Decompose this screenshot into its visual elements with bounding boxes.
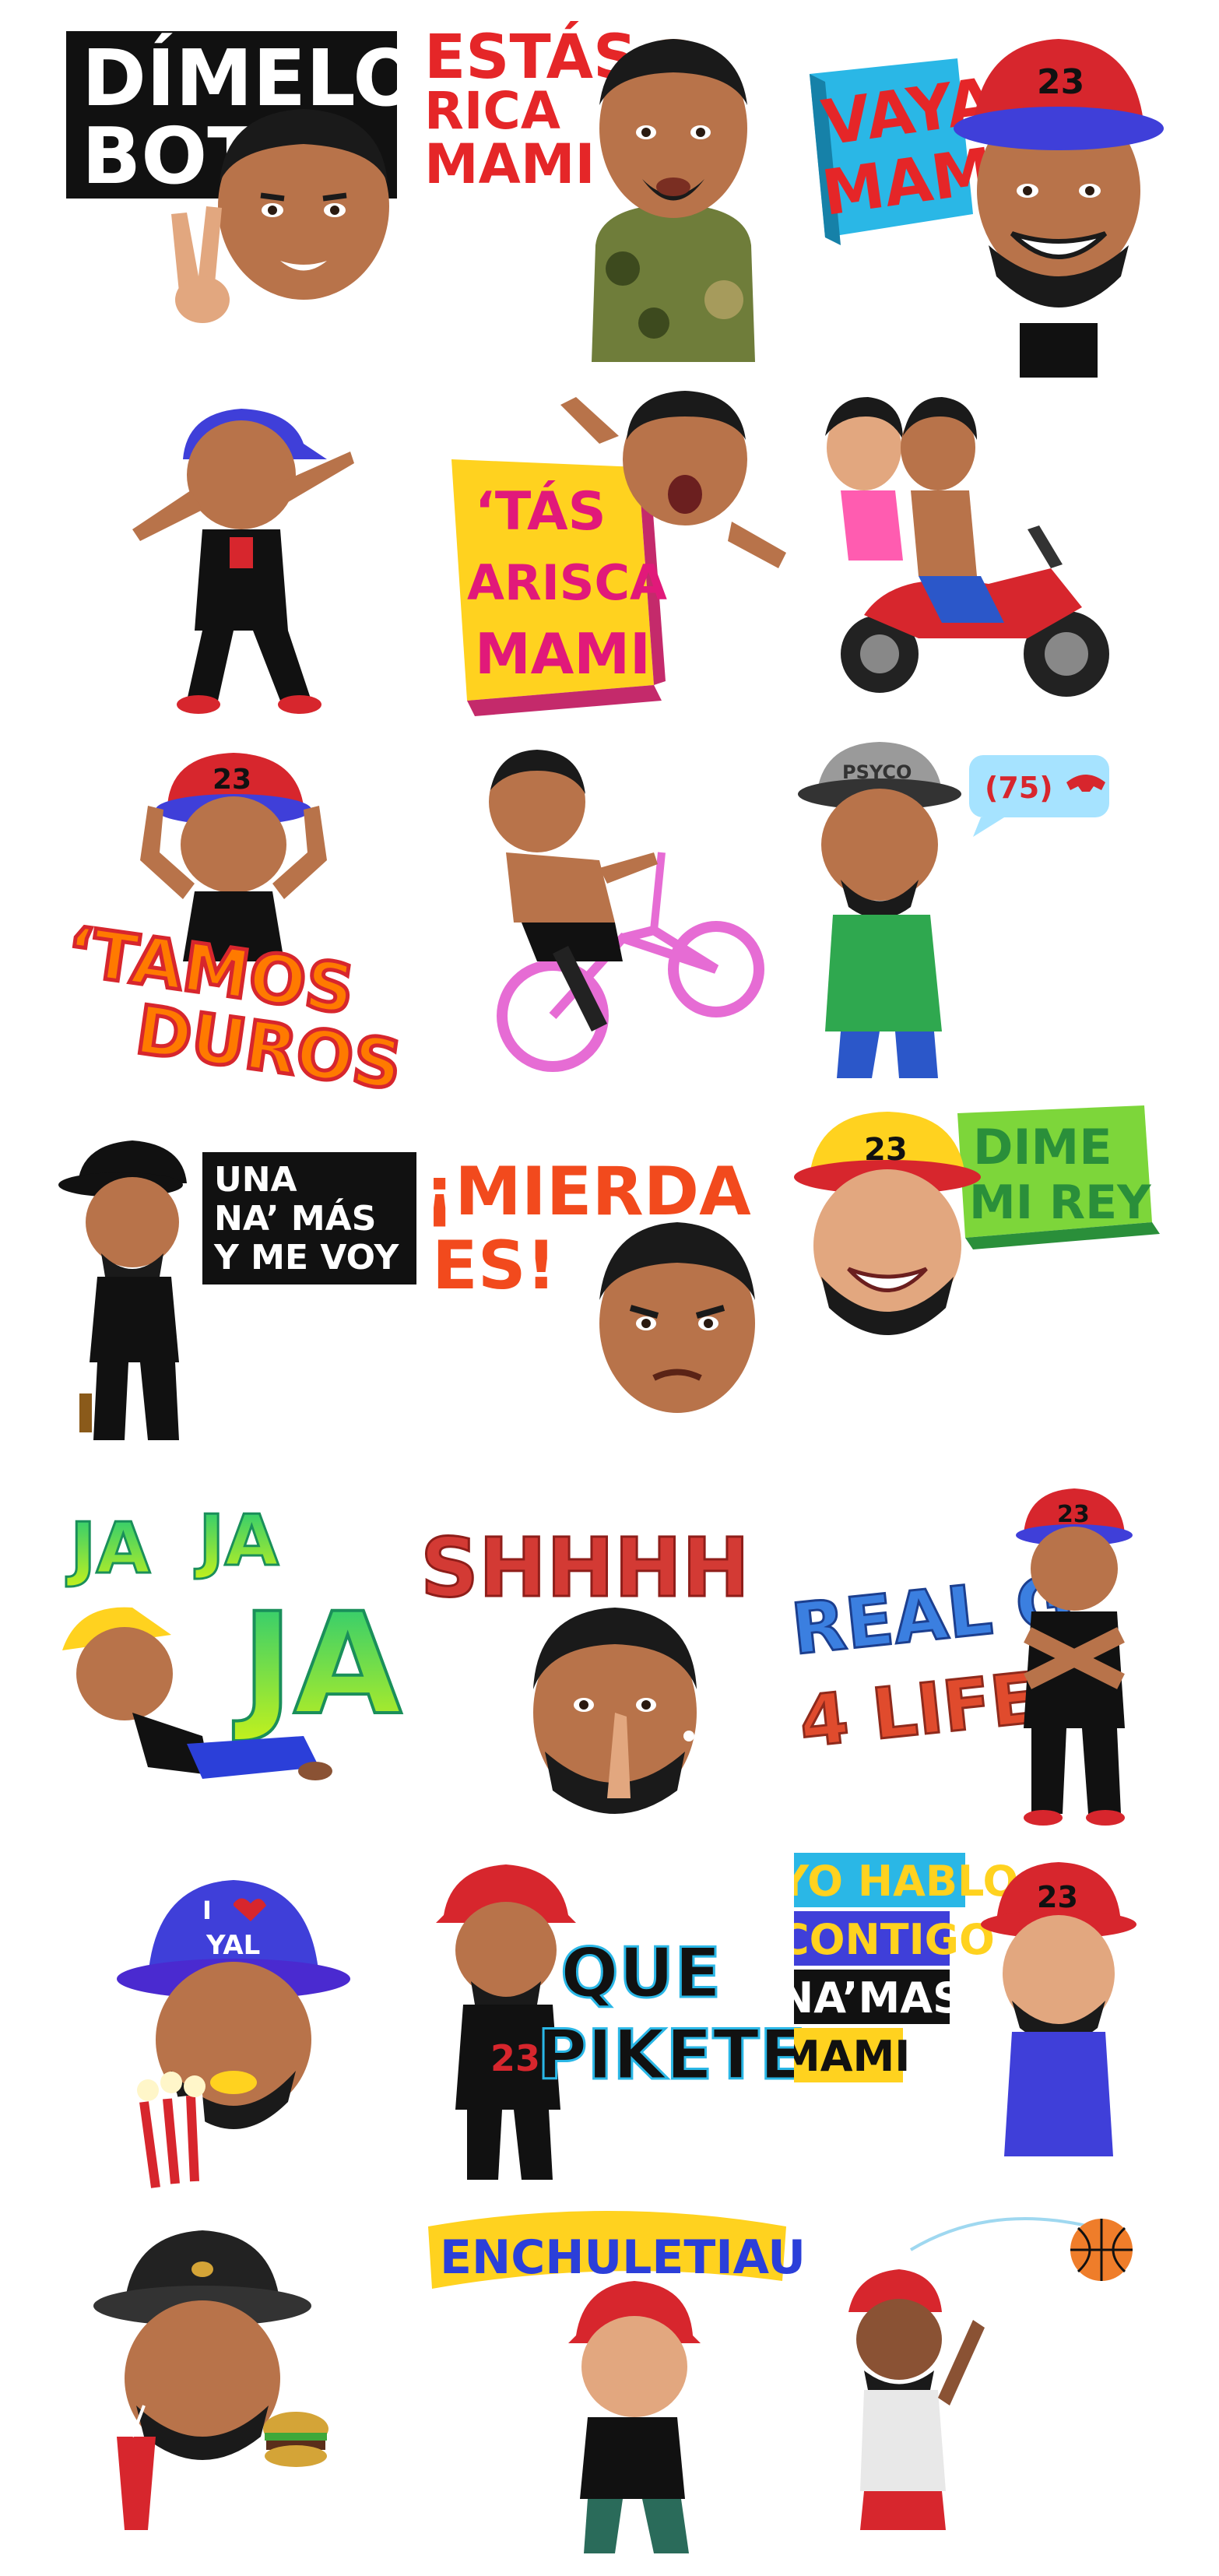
sticker-text-line1: ¡MIERDA [424, 1153, 751, 1231]
sticker-text-line2: NA’ MÁS [214, 1197, 376, 1239]
sticker-dimelo-boti[interactable]: DÍMELO BOTI [47, 12, 451, 378]
sticker-mierda-es[interactable]: ¡MIERDA ES! [420, 1098, 825, 1464]
sticker-text-line1: ‘TÁS [475, 480, 606, 543]
sticker-real-g-4-life[interactable]: REAL G 4 LIFE 23 [794, 1479, 1199, 1845]
cap-number: 23 [1037, 62, 1084, 102]
sticker-dime-mi-rey[interactable]: DIME MI REY 23 [794, 1098, 1199, 1464]
sticker-que-pikete[interactable]: 23 QUE PIKETE [420, 1845, 825, 2211]
cap-label: PSYCO [842, 761, 912, 783]
sticker-tamos-duros[interactable]: 23 ‘TAMOS DUROS [47, 736, 451, 1102]
sticker-text-line2: JA [194, 1500, 279, 1582]
cap-number: 23 [1037, 1880, 1078, 1914]
sticker-bicycle[interactable] [420, 736, 825, 1102]
sticker-basketball[interactable] [794, 2203, 1199, 2569]
cap-number: 23 [864, 1132, 908, 1168]
sticker-text-line2: ES! [432, 1227, 557, 1305]
sticker-text-line3: MAMI [424, 132, 595, 196]
sticker-i-love-yal[interactable]: I YAL [47, 1845, 451, 2211]
sticker-text-line1: SHHHH [420, 1520, 750, 1615]
sticker-tas-arisca-mami[interactable]: ‘TÁS ARISCA MAMI [420, 374, 825, 740]
sticker-text-line1: DIME [973, 1119, 1112, 1176]
sticker-text-line1: YO HABLO [794, 1857, 1018, 1906]
sticker-text-line1: ENCHULETIAU [440, 2230, 806, 2285]
cap-number: 23 [1057, 1501, 1090, 1528]
sticker-una-na-mas[interactable]: UNA NA’ MÁS Y ME VOY [47, 1098, 451, 1464]
sticker-missed-calls[interactable]: PSYCO (75) [794, 736, 1199, 1102]
sticker-enchuletiau[interactable]: ENCHULETIAU [420, 2203, 825, 2569]
sticker-text-line3: JA [233, 1583, 402, 1746]
sticker-dab[interactable] [47, 374, 451, 740]
sticker-grid: DÍMELO BOTI ESTÁS RICA MAMI VAYA MAMI 23… [0, 0, 1219, 2576]
sticker-text-line2: CONTIGO [794, 1915, 995, 1964]
sticker-text-line2: ARISCA [467, 554, 667, 611]
sticker-text-line3: NA’MAS [794, 1973, 963, 2022]
sticker-motorbike[interactable] [794, 374, 1199, 740]
sticker-text-line1: QUE [560, 1933, 721, 2013]
cap-text-line1: I [202, 1896, 212, 1925]
jersey-number: 23 [490, 2037, 540, 2079]
sticker-text-line2: 4 LIFE [796, 1657, 1042, 1764]
sticker-text-line4: MAMI [794, 2032, 910, 2081]
sticker-shhhh[interactable]: SHHHH [420, 1479, 825, 1845]
missed-call-count: (75) [985, 771, 1053, 805]
sticker-ja-ja-ja[interactable]: JA JA JA [47, 1479, 451, 1845]
sticker-text-line3: Y ME VOY [213, 1238, 399, 1277]
sticker-estas-rica-mami[interactable]: ESTÁS RICA MAMI [420, 12, 825, 378]
sticker-burger[interactable] [47, 2203, 451, 2569]
sticker-vaya-mami[interactable]: VAYA MAMI 23 [794, 12, 1199, 378]
cap-number: 23 [213, 764, 251, 796]
sticker-text-line1: UNA [214, 1160, 297, 1200]
sticker-text-line2: PIKETE [537, 2015, 806, 2095]
sticker-text-line2: MI REY [969, 1176, 1152, 1230]
sticker-text-line1: JA [65, 1508, 150, 1590]
cap-text-line2: YAL [206, 1930, 260, 1961]
sticker-text-line3: MAMI [475, 621, 651, 687]
sticker-yo-hablo-contigo[interactable]: YO HABLO CONTIGO NA’MAS MAMI 23 [794, 1845, 1199, 2211]
